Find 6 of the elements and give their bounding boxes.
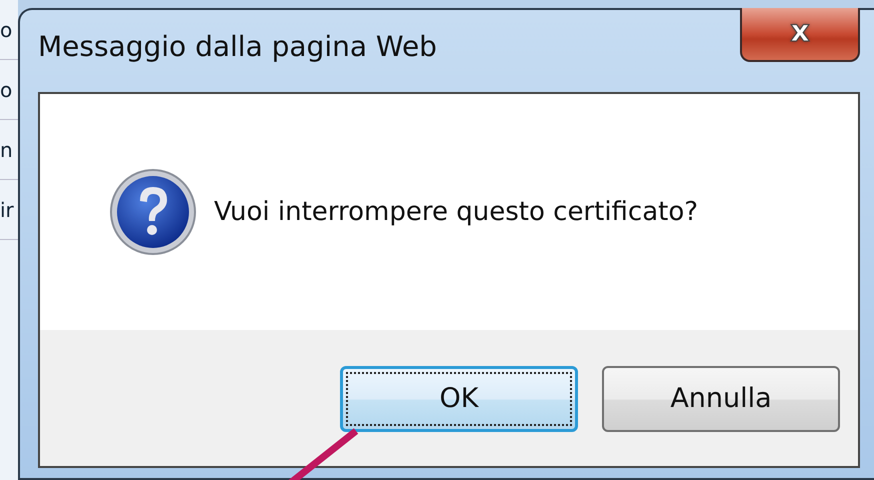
question-icon xyxy=(108,167,198,257)
dialog-button[interactable]: Annulla xyxy=(602,366,840,432)
window-title: Messaggio dalla pagina Web xyxy=(38,29,437,65)
message-text: Vuoi interrompere questo certificato? xyxy=(214,196,698,228)
close-button[interactable]: x xyxy=(740,8,860,62)
dialog-button[interactable]: OK xyxy=(340,366,578,432)
